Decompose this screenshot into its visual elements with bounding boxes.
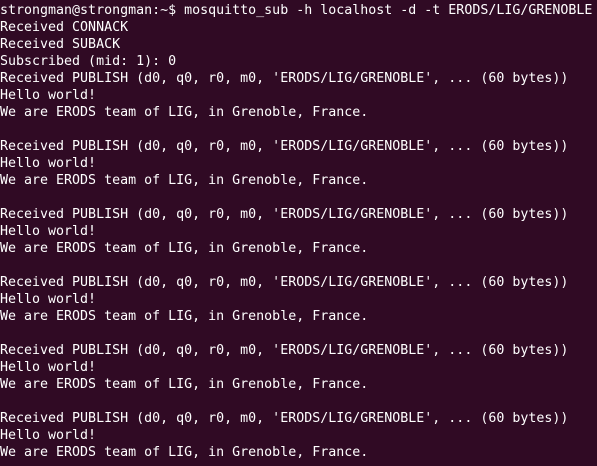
command-prompt-line: strongman@strongman:~$ mosquitto_sub -h … xyxy=(0,3,593,18)
terminal-line: We are ERODS team of LIG, in Grenoble, F… xyxy=(0,241,369,256)
terminal-line: Hello world! xyxy=(0,428,97,443)
terminal-output[interactable]: strongman@strongman:~$ mosquitto_sub -h … xyxy=(0,2,597,466)
terminal-line: Received PUBLISH (d0, q0, r0, m0, 'ERODS… xyxy=(0,275,569,290)
terminal-line: Received PUBLISH (d0, q0, r0, m0, 'ERODS… xyxy=(0,343,569,358)
terminal-line: Received PUBLISH (d0, q0, r0, m0, 'ERODS… xyxy=(0,411,569,426)
terminal-line: We are ERODS team of LIG, in Grenoble, F… xyxy=(0,445,369,460)
terminal-line: Received PUBLISH (d0, q0, r0, m0, 'ERODS… xyxy=(0,139,569,154)
terminal-line: Received SUBACK xyxy=(0,37,121,52)
terminal-line: Hello world! xyxy=(0,88,97,103)
terminal-line: Received PUBLISH (d0, q0, r0, m0, 'ERODS… xyxy=(0,207,569,222)
terminal-line: We are ERODS team of LIG, in Grenoble, F… xyxy=(0,105,369,120)
terminal-line: We are ERODS team of LIG, in Grenoble, F… xyxy=(0,309,369,324)
terminal-line: Hello world! xyxy=(0,292,97,307)
terminal-line: We are ERODS team of LIG, in Grenoble, F… xyxy=(0,173,369,188)
terminal-line: Hello world! xyxy=(0,156,97,171)
terminal-line: Received CONNACK xyxy=(0,20,129,35)
terminal-line: Received PUBLISH (d0, q0, r0, m0, 'ERODS… xyxy=(0,71,569,86)
terminal-line: Subscribed (mid: 1): 0 xyxy=(0,54,177,69)
terminal-line: Hello world! xyxy=(0,224,97,239)
terminal-line: Hello world! xyxy=(0,360,97,375)
terminal-line: We are ERODS team of LIG, in Grenoble, F… xyxy=(0,377,369,392)
